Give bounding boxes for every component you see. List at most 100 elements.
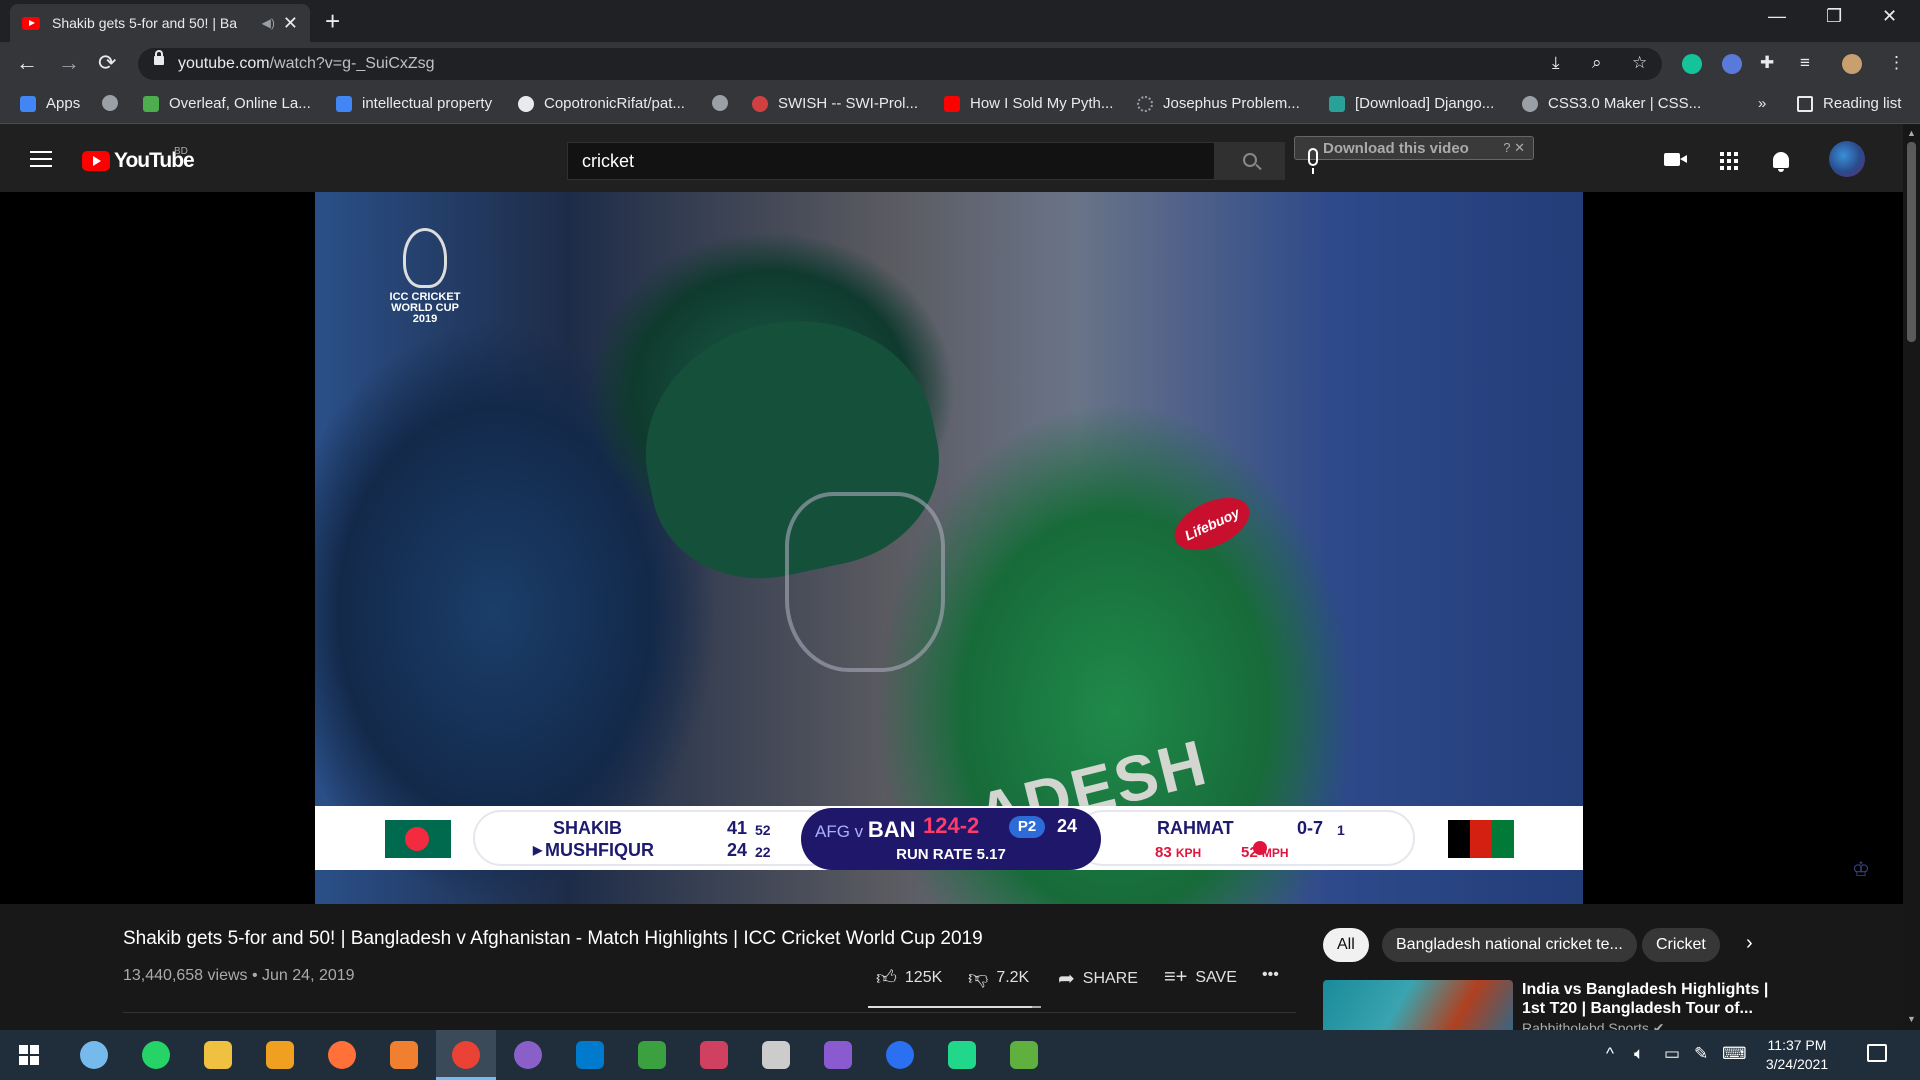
paint-icon[interactable] xyxy=(700,1041,728,1069)
bookmark-star-icon[interactable]: ☆ xyxy=(1632,53,1647,73)
extension-icon[interactable] xyxy=(1722,54,1742,74)
download-video-button[interactable]: Download this video ? ✕ xyxy=(1294,136,1534,160)
search-input[interactable]: cricket xyxy=(567,142,1215,180)
reading-list-button[interactable]: Reading list xyxy=(1797,95,1901,112)
video-frame[interactable]: Lifebuoy ADESH ICC CRICKET WORLD CUP 201… xyxy=(315,192,1583,904)
brave-like-icon[interactable] xyxy=(266,1041,294,1069)
batter1-runs: 41 xyxy=(727,818,748,838)
globe-app-icon[interactable] xyxy=(638,1041,666,1069)
firefox-icon[interactable] xyxy=(328,1041,356,1069)
microphone-icon[interactable] xyxy=(1308,148,1318,174)
bookmark-globe-1[interactable] xyxy=(102,95,128,111)
keyboard-icon[interactable]: ⌨ xyxy=(1722,1044,1747,1064)
bookmark-apps[interactable]: Apps xyxy=(20,95,80,112)
github-desktop-icon[interactable] xyxy=(514,1041,542,1069)
chrome-icon[interactable] xyxy=(452,1041,480,1069)
bookmark-josephus[interactable]: Josephus Problem... xyxy=(1137,95,1300,112)
back-button[interactable]: ← xyxy=(16,50,38,76)
minimize-button[interactable]: — xyxy=(1768,6,1786,27)
windows-start-icon[interactable] xyxy=(19,1045,39,1065)
file-explorer-icon[interactable] xyxy=(204,1041,232,1069)
recommendation-title[interactable]: India vs Bangladesh Highlights | 1st T20… xyxy=(1522,980,1772,1018)
like-button[interactable]: 👍︎ 125K xyxy=(876,966,942,990)
extensions-puzzle-icon[interactable]: ✚ xyxy=(1760,53,1774,73)
youtube-logo-icon[interactable] xyxy=(82,151,110,171)
action-center-icon[interactable] xyxy=(1867,1044,1887,1062)
reload-button[interactable]: ⟳ xyxy=(98,50,116,76)
scroll-thumb[interactable] xyxy=(1907,142,1916,342)
bookmark-globe-2[interactable] xyxy=(712,95,738,111)
more-actions-button[interactable]: ••• xyxy=(1262,966,1279,984)
bookmark-css3[interactable]: CSS3.0 Maker | CSS... xyxy=(1522,95,1701,112)
scroll-down-icon[interactable]: ▼ xyxy=(1907,1014,1916,1024)
download-video-help-close[interactable]: ? ✕ xyxy=(1503,140,1525,156)
bookmark-youtube[interactable]: How I Sold My Pyth... xyxy=(944,95,1113,112)
forward-button[interactable]: → xyxy=(58,50,80,76)
tab-close-icon[interactable]: ✕ xyxy=(283,13,298,34)
tab-audio-icon[interactable]: ◀) xyxy=(262,16,275,30)
share-label: SHARE xyxy=(1082,969,1138,987)
system-clock[interactable]: 11:37 PM 3/24/2021 xyxy=(1752,1036,1842,1074)
notepad-icon[interactable] xyxy=(1010,1041,1038,1069)
whatsapp-icon[interactable] xyxy=(142,1041,170,1069)
chip-all[interactable]: All xyxy=(1323,928,1369,962)
volume-icon[interactable]: 🔈︎ xyxy=(1634,1044,1644,1064)
zoom-icon[interactable]: ⌕ xyxy=(1592,53,1602,73)
scroll-up-icon[interactable]: ▲ xyxy=(1907,128,1916,138)
globe-icon xyxy=(102,95,118,111)
visual-studio-icon[interactable] xyxy=(824,1041,852,1069)
lock-icon[interactable] xyxy=(154,50,164,65)
profile-avatar[interactable] xyxy=(1842,54,1862,74)
share-button[interactable]: ➦ SHARE xyxy=(1058,966,1138,991)
messenger-icon[interactable] xyxy=(886,1041,914,1069)
bookmark-github[interactable]: CopotronicRifat/pat... xyxy=(518,95,685,112)
recommendation-channel[interactable]: Rabbitholebd Sports ✔ xyxy=(1522,1020,1664,1030)
chip-cricket[interactable]: Cricket xyxy=(1642,928,1720,962)
pycharm-icon[interactable] xyxy=(948,1041,976,1069)
bookmark-label: CSS3.0 Maker | CSS... xyxy=(1548,95,1702,112)
address-bar[interactable]: youtube.com/watch?v=g-_SuiCxZsg ⤓ ⌕ ☆ xyxy=(138,48,1662,80)
install-icon[interactable]: ⤓ xyxy=(1552,53,1560,73)
chrome-menu-icon[interactable]: ⋮ xyxy=(1888,53,1905,73)
on-strike-marker-icon: ▶ xyxy=(533,843,543,857)
tab-youtube[interactable]: Shakib gets 5-for and 50! | Ba ◀) ✕ xyxy=(10,4,310,42)
bookmark-swish[interactable]: SWISH -- SWI-Prol... xyxy=(752,95,918,112)
recommendation-thumbnail[interactable] xyxy=(1323,980,1513,1030)
video-player[interactable]: Lifebuoy ADESH ICC CRICKET WORLD CUP 201… xyxy=(0,192,1903,904)
show-hidden-icons-icon[interactable]: ^ xyxy=(1606,1044,1614,1064)
cricket-ball-icon xyxy=(1253,841,1267,855)
apps-grid-icon[interactable] xyxy=(1720,152,1738,170)
bookmarks-overflow-button[interactable]: » xyxy=(1758,95,1766,112)
save-button[interactable]: ≡+ SAVE xyxy=(1164,966,1237,989)
download-video-label: Download this video xyxy=(1323,140,1469,157)
video-details: Shakib gets 5-for and 50! | Bangladesh v… xyxy=(0,904,1903,1030)
network-icon[interactable]: ▭ xyxy=(1664,1044,1680,1064)
photo-app-icon[interactable] xyxy=(390,1041,418,1069)
page-scrollbar[interactable]: ▲ ▼ xyxy=(1903,124,1920,1030)
notifications-bell-icon[interactable] xyxy=(1773,152,1789,172)
account-avatar[interactable] xyxy=(1829,141,1865,177)
url-text[interactable]: youtube.com/watch?v=g-_SuiCxZsg xyxy=(178,55,435,73)
bookmark-django[interactable]: [Download] Django... xyxy=(1329,95,1494,112)
browser-toolbar: ← → ⟳ youtube.com/watch?v=g-_SuiCxZsg ⤓ … xyxy=(0,42,1920,86)
channel-watermark-icon[interactable]: ♔ xyxy=(1852,857,1870,882)
pen-icon[interactable]: ✎ xyxy=(1694,1044,1708,1064)
search-icon xyxy=(1243,153,1257,167)
bookmark-overleaf[interactable]: Overleaf, Online La... xyxy=(143,95,311,112)
restore-button[interactable]: ❐ xyxy=(1826,6,1842,27)
chips-next-icon[interactable]: › xyxy=(1746,932,1753,955)
new-tab-button[interactable]: + xyxy=(325,6,340,37)
media-control-icon[interactable]: ≡ xyxy=(1800,53,1810,73)
grammarly-icon[interactable] xyxy=(1682,54,1702,74)
search-button[interactable] xyxy=(1215,142,1285,180)
cortana-icon[interactable] xyxy=(80,1041,108,1069)
chip-bangladesh-national-cricket[interactable]: Bangladesh national cricket te... xyxy=(1382,928,1637,962)
vscode-icon[interactable] xyxy=(576,1041,604,1069)
menu-hamburger-icon[interactable] xyxy=(30,151,52,167)
create-video-icon[interactable] xyxy=(1664,153,1687,166)
playlist-add-icon: ≡+ xyxy=(1164,966,1188,988)
close-window-button[interactable]: ✕ xyxy=(1882,6,1897,27)
inkscape-icon[interactable] xyxy=(762,1041,790,1069)
bookmark-intellectual-property[interactable]: intellectual property xyxy=(336,95,492,112)
dislike-button[interactable]: 👎︎ 7.2K xyxy=(968,966,1029,990)
